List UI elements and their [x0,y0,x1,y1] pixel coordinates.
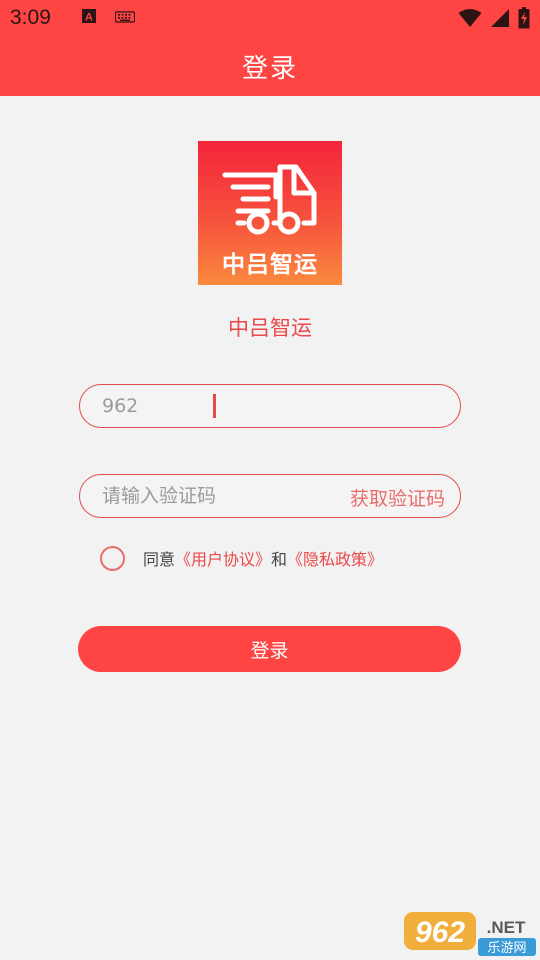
wifi-icon [458,8,482,32]
status-bar: 3:09 A [0,0,540,36]
page-title: 登录 [241,53,298,84]
get-code-button[interactable]: 获取验证码 [350,484,445,511]
svg-text:.NET: .NET [487,918,526,937]
svg-text:962: 962 [415,916,465,949]
verification-code-input[interactable] [102,475,342,516]
svg-text:A: A [85,12,93,24]
battery-charging-icon [518,7,530,33]
status-time: 3:09 [10,6,51,29]
login-button[interactable]: 登录 [78,626,461,672]
signal-icon [490,8,510,32]
verification-code-field[interactable]: 获取验证码 [79,474,461,518]
agreement-radio[interactable] [100,545,125,571]
logo-text: 中吕智运 [222,252,318,278]
phone-input[interactable] [102,385,342,426]
watermark-logo: 962 .NET 乐游网 [402,908,538,958]
privacy-policy-link[interactable]: 《隐私政策》 [287,546,383,570]
text-caret [213,394,216,418]
phone-field[interactable] [79,384,461,428]
status-right [458,7,530,33]
agreement-row: 同意 《用户协议》和《隐私政策》 [100,544,383,572]
keyboard-icon [114,9,135,28]
user-agreement-link[interactable]: 《用户协议》 [175,546,271,570]
text-a-icon: A [81,8,97,28]
app-logo: 中吕智运 [198,141,342,285]
app-name: 中吕智运 [228,316,312,340]
app-header: 登录 [0,36,540,96]
svg-text:乐游网: 乐游网 [487,941,526,956]
agreement-prefix: 同意 [143,550,176,569]
agreement-and: 和 [271,550,288,569]
